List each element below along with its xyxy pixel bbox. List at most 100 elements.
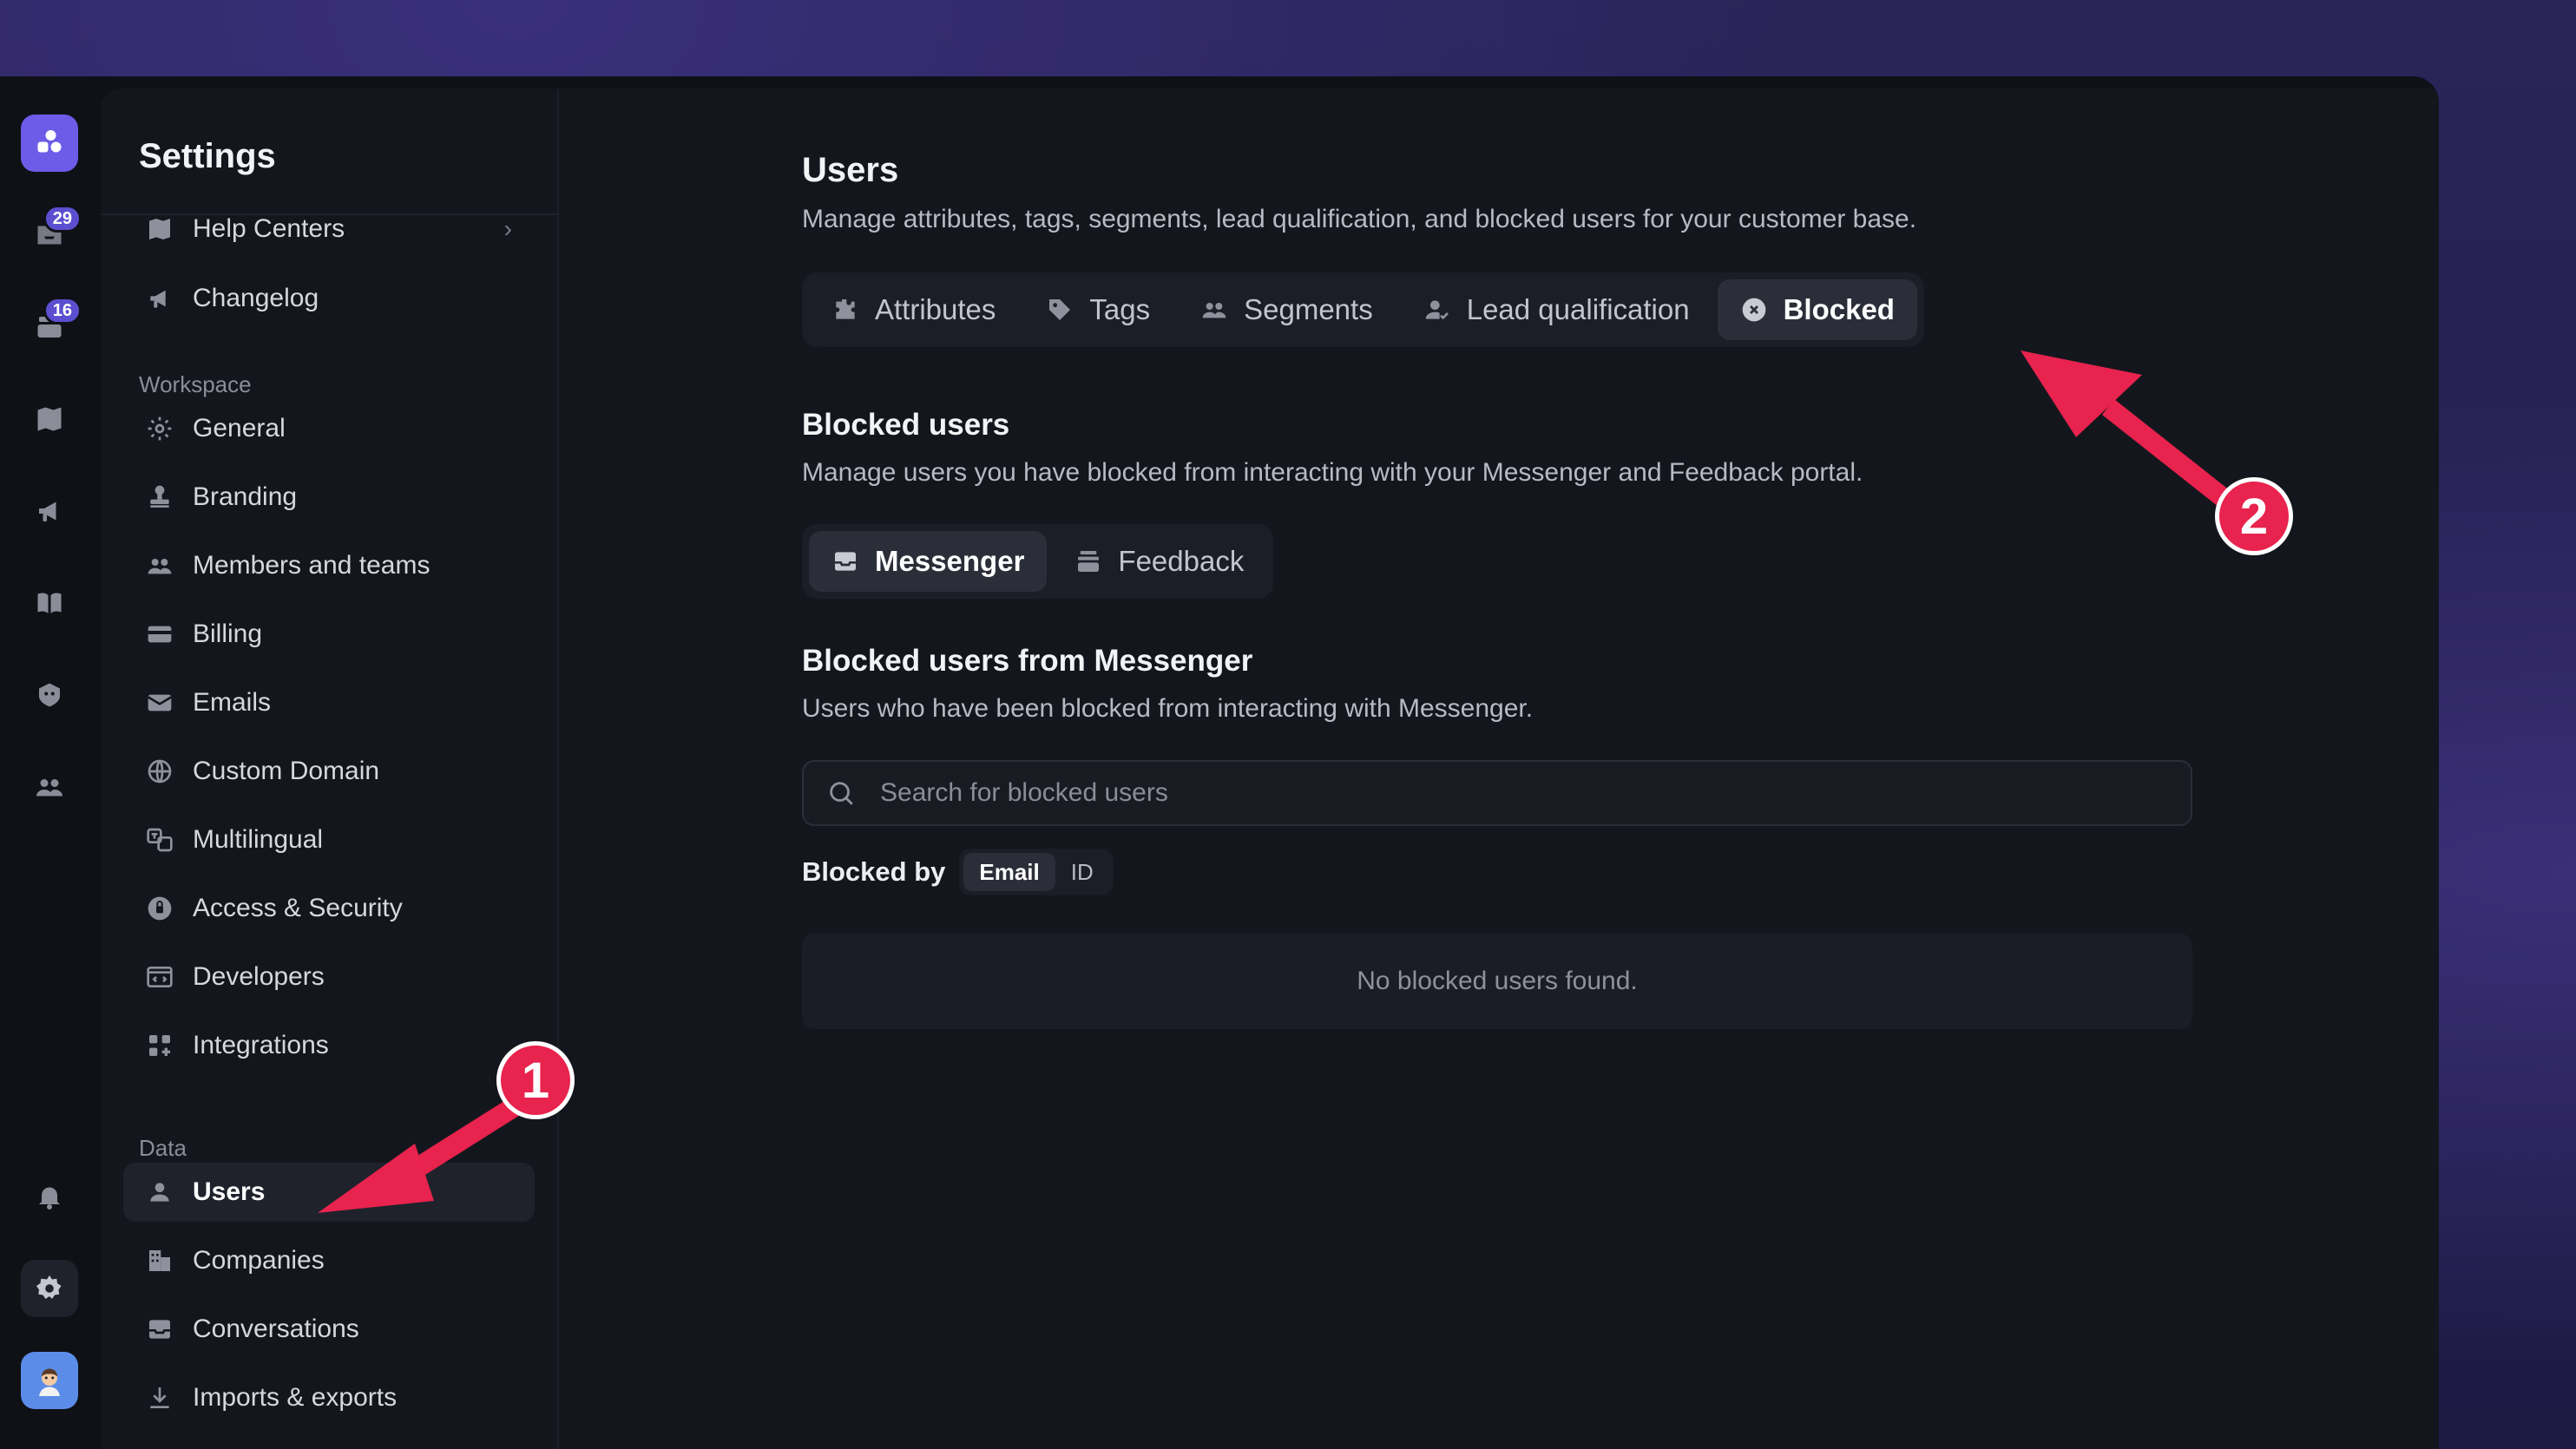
settings-sidebar: Settings Help Centers › Changelog Worksp… bbox=[101, 89, 559, 1449]
sidebar-item-developers[interactable]: Developers bbox=[123, 947, 535, 1006]
book-icon[interactable] bbox=[21, 574, 78, 632]
blocked-by-row: Blocked by Email ID bbox=[802, 849, 1114, 895]
blocked-users-description: Manage users you have blocked from inter… bbox=[802, 458, 1863, 487]
building-icon bbox=[146, 1247, 174, 1275]
blocked-by-toggle: Email ID bbox=[959, 849, 1114, 895]
sidebar-item-label: Billing bbox=[193, 620, 263, 648]
sidebar-item-members[interactable]: Members and teams bbox=[123, 536, 535, 595]
puzzle-icon bbox=[836, 299, 855, 319]
sidebar-item-label: Integrations bbox=[193, 1031, 329, 1059]
sidebar-item-integrations[interactable]: Integrations bbox=[123, 1016, 535, 1075]
code-window-icon bbox=[146, 963, 174, 991]
search-input[interactable] bbox=[880, 778, 2095, 808]
sidebar-item-label: Changelog bbox=[193, 284, 319, 312]
empty-state: No blocked users found. bbox=[802, 934, 2192, 1029]
user-check-icon bbox=[1425, 300, 1449, 320]
icon-rail: 29 16 bbox=[0, 76, 101, 1449]
tab-feedback[interactable]: Feedback bbox=[1052, 531, 1266, 592]
chevron-right-icon: › bbox=[503, 215, 512, 242]
megaphone-icon[interactable] bbox=[21, 482, 78, 540]
sidebar-nav[interactable]: Help Centers › Changelog Workspace Gener… bbox=[101, 215, 557, 1449]
sidebar-item-conversations[interactable]: Conversations bbox=[123, 1300, 535, 1359]
main-content: Users Manage attributes, tags, segments,… bbox=[559, 89, 2439, 1449]
sidebar-item-label: Branding bbox=[193, 482, 298, 511]
sidebar-item-label: Developers bbox=[193, 962, 325, 991]
roadmap-icon[interactable] bbox=[21, 390, 78, 448]
blocked-users-heading: Blocked users bbox=[802, 408, 1010, 442]
messenger-blocked-heading: Blocked users from Messenger bbox=[802, 644, 1253, 678]
sidebar-item-general[interactable]: General bbox=[123, 399, 535, 458]
inbox-badge: 29 bbox=[43, 205, 82, 233]
stack-icon bbox=[1078, 551, 1100, 572]
sidebar-item-companies[interactable]: Companies bbox=[123, 1231, 535, 1290]
lock-icon bbox=[146, 895, 174, 922]
team-icon bbox=[146, 552, 174, 580]
megaphone-icon bbox=[146, 285, 174, 312]
sidebar-item-access-security[interactable]: Access & Security bbox=[123, 879, 535, 938]
app-window: 29 16 Settings Help Centers › Changelog … bbox=[0, 76, 2439, 1449]
user-icon bbox=[146, 1178, 174, 1206]
tab-tags[interactable]: Tags bbox=[1023, 279, 1173, 340]
tab-messenger[interactable]: Messenger bbox=[809, 531, 1048, 592]
sidebar-item-multilingual[interactable]: Multilingual bbox=[123, 810, 535, 869]
contacts-icon[interactable] bbox=[21, 758, 78, 816]
section-data: Data bbox=[139, 1135, 187, 1161]
inbox-icon[interactable]: 29 bbox=[21, 205, 82, 264]
blocked-subtabs: Messenger Feedback bbox=[802, 524, 1274, 599]
translate-icon bbox=[146, 826, 174, 854]
tab-segments[interactable]: Segments bbox=[1178, 279, 1396, 340]
inbox-tray-icon bbox=[146, 1315, 174, 1343]
bell-icon[interactable] bbox=[21, 1168, 78, 1225]
sidebar-item-emails[interactable]: Emails bbox=[123, 673, 535, 732]
map-icon bbox=[146, 215, 174, 243]
annotation-step-1: 1 bbox=[496, 1041, 575, 1119]
sidebar-item-label: Access & Security bbox=[193, 894, 403, 922]
tab-blocked[interactable]: Blocked bbox=[1717, 279, 1917, 340]
sidebar-item-label: Members and teams bbox=[193, 551, 430, 580]
sidebar-item-imports-exports[interactable]: Imports & exports bbox=[123, 1368, 535, 1427]
sidebar-item-users[interactable]: Users bbox=[123, 1163, 535, 1222]
sidebar-item-label: Companies bbox=[193, 1246, 325, 1275]
bot-icon[interactable] bbox=[21, 666, 78, 724]
grid-plus-icon bbox=[146, 1032, 174, 1059]
globe-icon bbox=[146, 757, 174, 785]
inbox-tray-icon bbox=[835, 552, 856, 571]
search-icon bbox=[830, 782, 853, 805]
sidebar-item-billing[interactable]: Billing bbox=[123, 605, 535, 664]
user-avatar[interactable] bbox=[21, 1352, 78, 1409]
app-logo-icon[interactable] bbox=[21, 115, 78, 172]
sidebar-item-label: General bbox=[193, 414, 286, 443]
sidebar-item-label: Users bbox=[193, 1177, 266, 1206]
stamp-icon bbox=[146, 483, 174, 511]
blocked-users-search bbox=[802, 760, 2192, 826]
sidebar-item-label: Help Centers bbox=[193, 215, 345, 243]
envelope-icon bbox=[146, 689, 174, 717]
download-icon bbox=[146, 1384, 174, 1412]
section-workspace: Workspace bbox=[139, 371, 252, 397]
sidebar-item-custom-domain[interactable]: Custom Domain bbox=[123, 742, 535, 801]
tickets-badge: 16 bbox=[43, 297, 82, 325]
page-title: Users bbox=[802, 151, 899, 189]
tab-attributes[interactable]: Attributes bbox=[809, 279, 1018, 340]
blocked-by-label: Blocked by bbox=[802, 856, 946, 887]
gear-icon bbox=[146, 415, 174, 443]
sidebar-item-branding[interactable]: Branding bbox=[123, 468, 535, 527]
messenger-blocked-description: Users who have been blocked from interac… bbox=[802, 694, 1534, 723]
sidebar-item-label: Multilingual bbox=[193, 825, 324, 854]
blocked-by-email-option[interactable]: Email bbox=[963, 853, 1055, 891]
sidebar-item-help-centers[interactable]: Help Centers › bbox=[123, 215, 535, 259]
annotation-step-2: 2 bbox=[2215, 477, 2293, 555]
x-circle-icon bbox=[1742, 298, 1765, 322]
blocked-by-id-option[interactable]: ID bbox=[1055, 853, 1109, 891]
settings-gear-icon[interactable] bbox=[21, 1260, 78, 1317]
sidebar-item-label: Emails bbox=[193, 688, 272, 717]
tab-lead-qualification[interactable]: Lead qualification bbox=[1401, 279, 1712, 340]
users-group-icon bbox=[1202, 303, 1226, 318]
sidebar-item-changelog[interactable]: Changelog bbox=[123, 269, 535, 328]
sidebar-title: Settings bbox=[139, 137, 276, 175]
users-tabs: Attributes Tags Segments Lead qualificat… bbox=[802, 272, 1924, 347]
sidebar-item-label: Custom Domain bbox=[193, 757, 380, 785]
credit-card-icon bbox=[146, 620, 174, 648]
tickets-icon[interactable]: 16 bbox=[21, 297, 82, 356]
page-description: Manage attributes, tags, segments, lead … bbox=[802, 205, 1917, 233]
